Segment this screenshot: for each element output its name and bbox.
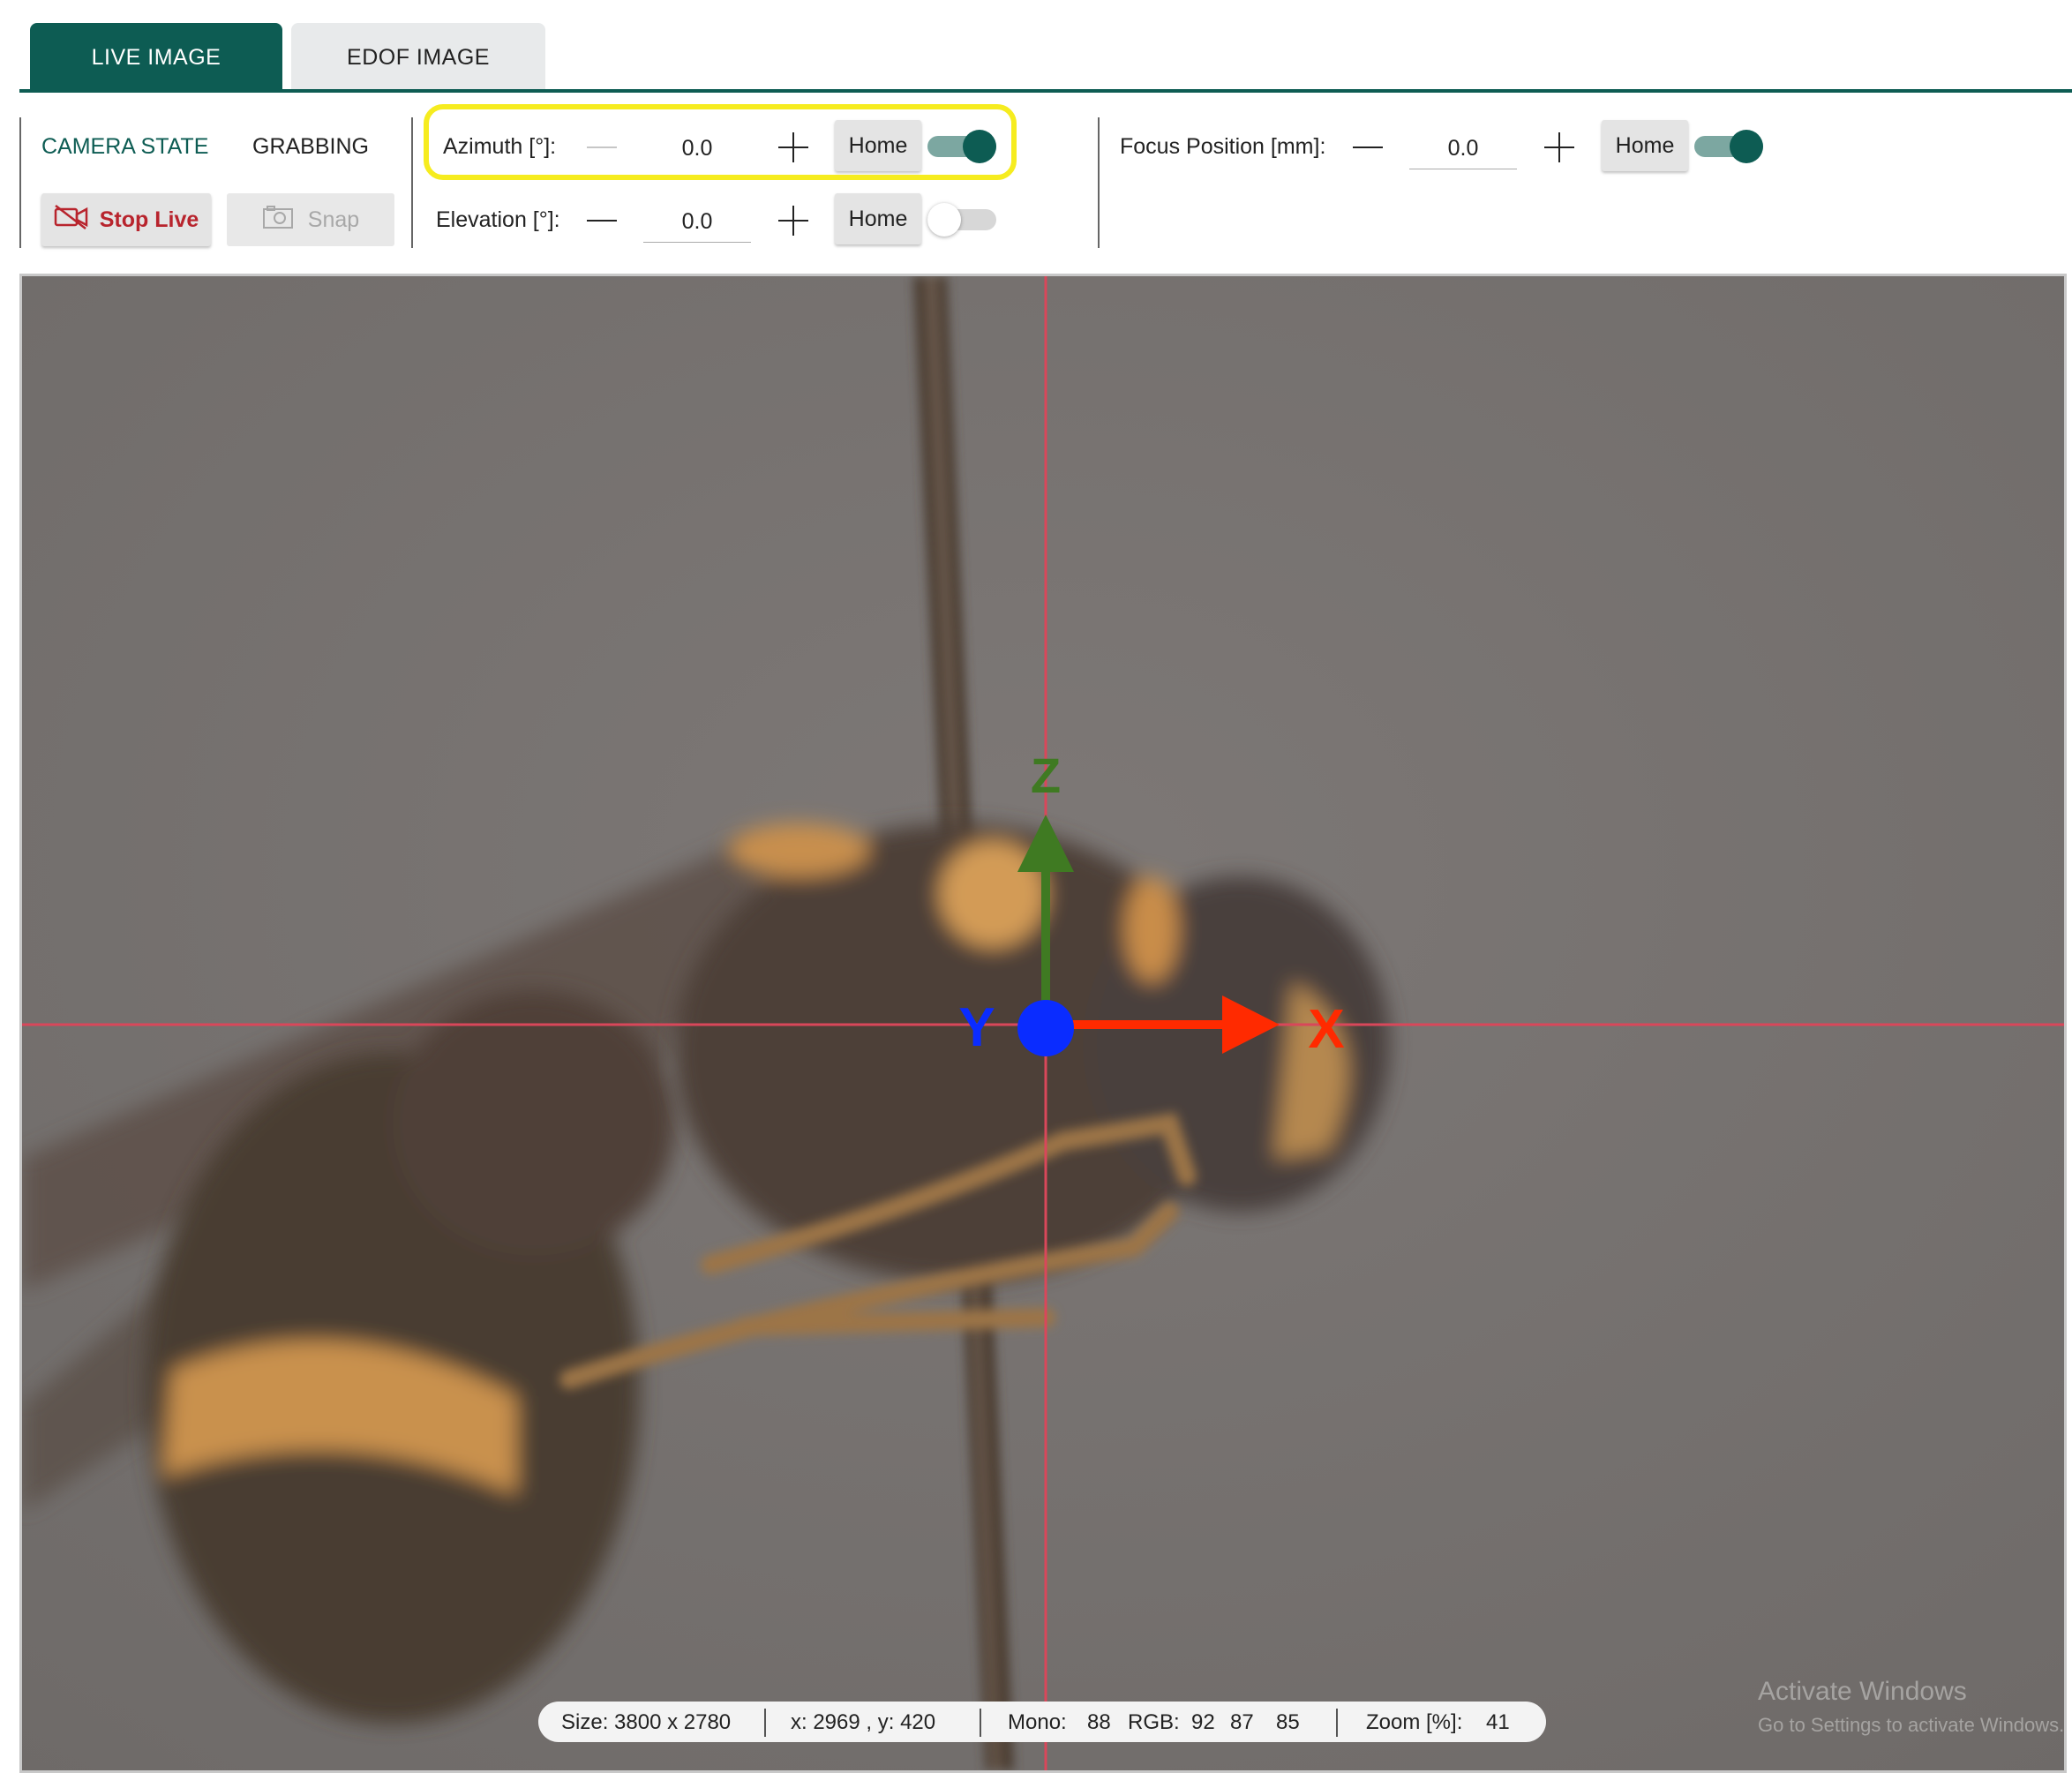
camera-state-label: CAMERA STATE (41, 134, 209, 159)
azimuth-decrement-button[interactable] (582, 128, 621, 167)
cursor-position-readout: x: 2969 , y: 420 (791, 1710, 936, 1734)
snap-button[interactable]: Snap (227, 193, 394, 246)
rgb-blue-value: 85 (1276, 1710, 1300, 1734)
elevation-enable-toggle[interactable] (927, 203, 996, 237)
y-axis-origin (1017, 1000, 1074, 1056)
image-size-readout: Size: 3800 x 2780 (561, 1710, 732, 1734)
tab-bar: LIVE IMAGE EDOF IMAGE (19, 23, 2072, 92)
camera-state-value: GRABBING (252, 134, 369, 159)
mono-label: Mono: (1008, 1710, 1067, 1734)
specimen-image: Z Y X (22, 276, 2064, 1770)
toolbar-separator (1098, 117, 1100, 248)
activate-windows-subtitle: Go to Settings to activate Windows. (1758, 1714, 2065, 1736)
y-axis-label: Y (958, 997, 995, 1058)
status-separator (1336, 1709, 1338, 1737)
rgb-label: RGB: (1128, 1710, 1180, 1734)
elevation-label: Elevation [°]: (436, 207, 560, 232)
plus-icon (778, 206, 808, 236)
z-axis-label: Z (1031, 748, 1061, 803)
elevation-increment-button[interactable] (774, 201, 813, 240)
focus-home-button[interactable]: Home (1602, 120, 1688, 171)
tab-live-image[interactable]: LIVE IMAGE (30, 23, 282, 92)
tab-underline (19, 89, 2072, 93)
zoom-value: 41 (1486, 1710, 1510, 1734)
mono-value: 88 (1087, 1710, 1111, 1734)
focus-position-label: Focus Position [mm]: (1120, 134, 1326, 159)
zoom-label: Zoom [%]: (1366, 1710, 1463, 1734)
camera-icon (262, 205, 294, 236)
toolbar-separator (411, 117, 413, 248)
azimuth-label: Azimuth [°]: (443, 134, 557, 159)
plus-icon (1544, 132, 1574, 162)
elevation-value-field[interactable]: 0.0 (643, 201, 751, 243)
status-separator (764, 1709, 766, 1737)
stop-live-button[interactable]: Stop Live (41, 193, 211, 246)
rgb-green-value: 87 (1230, 1710, 1254, 1734)
focus-enable-toggle[interactable] (1694, 130, 1763, 163)
focus-decrement-button[interactable] (1348, 128, 1387, 167)
azimuth-home-button[interactable]: Home (835, 120, 921, 171)
live-image-viewer[interactable]: Z Y X (19, 274, 2067, 1773)
azimuth-increment-button[interactable] (774, 128, 813, 167)
elevation-home-button[interactable]: Home (835, 193, 921, 244)
toolbar-separator (19, 117, 21, 248)
minus-icon (587, 146, 617, 148)
activate-windows-title: Activate Windows (1758, 1677, 1967, 1706)
toggle-knob (1730, 130, 1763, 163)
toggle-knob (927, 203, 961, 237)
minus-icon (1353, 146, 1383, 148)
azimuth-value-field[interactable]: 0.0 (643, 128, 751, 169)
status-separator (980, 1709, 981, 1737)
stop-live-label: Stop Live (99, 207, 199, 232)
x-axis-label: X (1308, 999, 1344, 1060)
focus-increment-button[interactable] (1540, 128, 1579, 167)
azimuth-enable-toggle[interactable] (927, 130, 996, 163)
toggle-knob (963, 130, 996, 163)
elevation-decrement-button[interactable] (582, 201, 621, 240)
minus-icon (587, 220, 617, 222)
video-off-icon (54, 204, 89, 237)
plus-icon (778, 132, 808, 162)
tab-edof-image[interactable]: EDOF IMAGE (291, 23, 545, 92)
focus-value-field[interactable]: 0.0 (1409, 128, 1517, 169)
rgb-red-value: 92 (1191, 1710, 1215, 1734)
image-status-bar: Size: 3800 x 2780 x: 2969 , y: 420 Mono:… (538, 1702, 1546, 1742)
snap-label: Snap (307, 207, 360, 232)
